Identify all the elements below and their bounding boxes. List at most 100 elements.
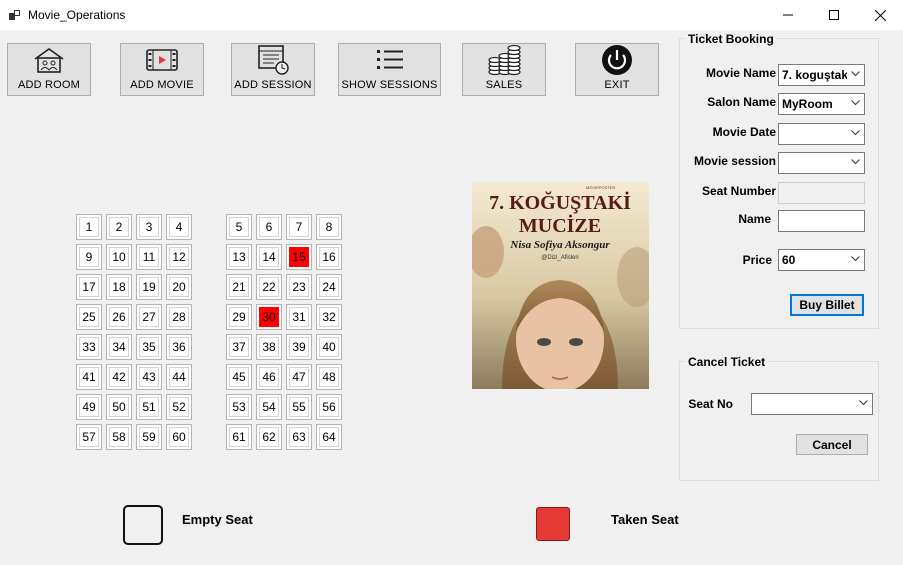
movie-session-combo[interactable]	[778, 152, 865, 174]
seat-button[interactable]: 56	[316, 394, 342, 420]
seat-button[interactable]: 8	[316, 214, 342, 240]
seat-button[interactable]: 49	[76, 394, 102, 420]
seat-button[interactable]: 26	[106, 304, 132, 330]
seat-button[interactable]: 14	[256, 244, 282, 270]
seat-button[interactable]: 50	[106, 394, 132, 420]
seat-button[interactable]: 11	[136, 244, 162, 270]
seat-button[interactable]: 63	[286, 424, 312, 450]
seat-button[interactable]: 9	[76, 244, 102, 270]
seat-button[interactable]: 2	[106, 214, 132, 240]
salon-name-combo[interactable]: MyRoom	[778, 93, 865, 115]
close-button[interactable]	[857, 0, 903, 30]
seat-button[interactable]: 5	[226, 214, 252, 240]
seat-button[interactable]: 1	[76, 214, 102, 240]
seat-button[interactable]: 55	[286, 394, 312, 420]
seat-button[interactable]: 31	[286, 304, 312, 330]
seat-button[interactable]: 34	[106, 334, 132, 360]
movie-name-combo[interactable]: 7. koguştak	[778, 64, 865, 86]
seat-button[interactable]: 59	[136, 424, 162, 450]
seat-button[interactable]: 46	[256, 364, 282, 390]
seat-button[interactable]: 47	[286, 364, 312, 390]
seat-number: 51	[139, 397, 159, 417]
seat-button[interactable]: 35	[136, 334, 162, 360]
seat-button[interactable]: 25	[76, 304, 102, 330]
seat-button[interactable]: 45	[226, 364, 252, 390]
seat-number: 26	[109, 307, 129, 327]
seat-button[interactable]: 17	[76, 274, 102, 300]
seat-number: 22	[259, 277, 279, 297]
seat-button[interactable]: 18	[106, 274, 132, 300]
seat-button[interactable]: 23	[286, 274, 312, 300]
buy-billet-button[interactable]: Buy Billet	[790, 294, 864, 316]
seat-button[interactable]: 42	[106, 364, 132, 390]
seat-button[interactable]: 24	[316, 274, 342, 300]
seat-button[interactable]: 27	[136, 304, 162, 330]
minimize-icon	[783, 14, 793, 16]
seat-button[interactable]: 32	[316, 304, 342, 330]
seat-button[interactable]: 16	[316, 244, 342, 270]
seat-button[interactable]: 43	[136, 364, 162, 390]
cancel-label: Cancel	[812, 437, 852, 452]
sales-button[interactable]: SALES	[462, 43, 546, 96]
seat-button[interactable]: 39	[286, 334, 312, 360]
add-movie-button[interactable]: ADD MOVIE	[120, 43, 204, 96]
app-icon	[9, 10, 20, 20]
seat-button[interactable]: 6	[256, 214, 282, 240]
seat-number: 50	[109, 397, 129, 417]
seat-button[interactable]: 52	[166, 394, 192, 420]
seat-button[interactable]: 64	[316, 424, 342, 450]
seat-number: 25	[79, 307, 99, 327]
seat-number: 48	[319, 367, 339, 387]
seat-no-combo[interactable]	[751, 393, 873, 415]
seat-button[interactable]: 38	[256, 334, 282, 360]
seat-button[interactable]: 53	[226, 394, 252, 420]
seat-button[interactable]: 40	[316, 334, 342, 360]
seat-number: 30	[259, 307, 279, 327]
name-field[interactable]	[778, 210, 865, 232]
seat-button[interactable]: 58	[106, 424, 132, 450]
seat-button[interactable]: 54	[256, 394, 282, 420]
movie-date-combo[interactable]	[778, 123, 865, 145]
seat-button[interactable]: 37	[226, 334, 252, 360]
seat-button[interactable]: 61	[226, 424, 252, 450]
seat-button[interactable]: 44	[166, 364, 192, 390]
seat-button[interactable]: 51	[136, 394, 162, 420]
seat-button[interactable]: 7	[286, 214, 312, 240]
exit-button[interactable]: EXIT	[575, 43, 659, 96]
seat-button[interactable]: 13	[226, 244, 252, 270]
seat-button[interactable]: 41	[76, 364, 102, 390]
seat-number: 62	[259, 427, 279, 447]
seat-button[interactable]: 29	[226, 304, 252, 330]
chevron-down-icon	[859, 400, 868, 406]
seat-button[interactable]: 33	[76, 334, 102, 360]
seat-button[interactable]: 30	[256, 304, 282, 330]
seat-button[interactable]: 15	[286, 244, 312, 270]
seat-button[interactable]: 3	[136, 214, 162, 240]
seat-number: 31	[289, 307, 309, 327]
seat-button[interactable]: 20	[166, 274, 192, 300]
name-label: Name	[738, 212, 771, 226]
price-combo[interactable]: 60	[778, 249, 865, 271]
seat-button[interactable]: 62	[256, 424, 282, 450]
add-room-button[interactable]: ADD ROOM	[7, 43, 91, 96]
film-icon	[146, 49, 178, 71]
maximize-button[interactable]	[811, 0, 857, 30]
seat-button[interactable]: 36	[166, 334, 192, 360]
home-icon	[34, 48, 64, 73]
cancel-ticket-group	[679, 361, 879, 481]
seat-button[interactable]: 60	[166, 424, 192, 450]
seat-number: 3	[139, 217, 159, 237]
seat-button[interactable]: 4	[166, 214, 192, 240]
show-sessions-button[interactable]: SHOW SESSIONS	[338, 43, 441, 96]
add-session-button[interactable]: ADD SESSION	[231, 43, 315, 96]
cancel-button[interactable]: Cancel	[796, 434, 868, 455]
seat-button[interactable]: 21	[226, 274, 252, 300]
seat-button[interactable]: 28	[166, 304, 192, 330]
minimize-button[interactable]	[765, 0, 811, 30]
seat-button[interactable]: 57	[76, 424, 102, 450]
seat-button[interactable]: 48	[316, 364, 342, 390]
seat-button[interactable]: 19	[136, 274, 162, 300]
seat-button[interactable]: 22	[256, 274, 282, 300]
seat-button[interactable]: 12	[166, 244, 192, 270]
seat-button[interactable]: 10	[106, 244, 132, 270]
